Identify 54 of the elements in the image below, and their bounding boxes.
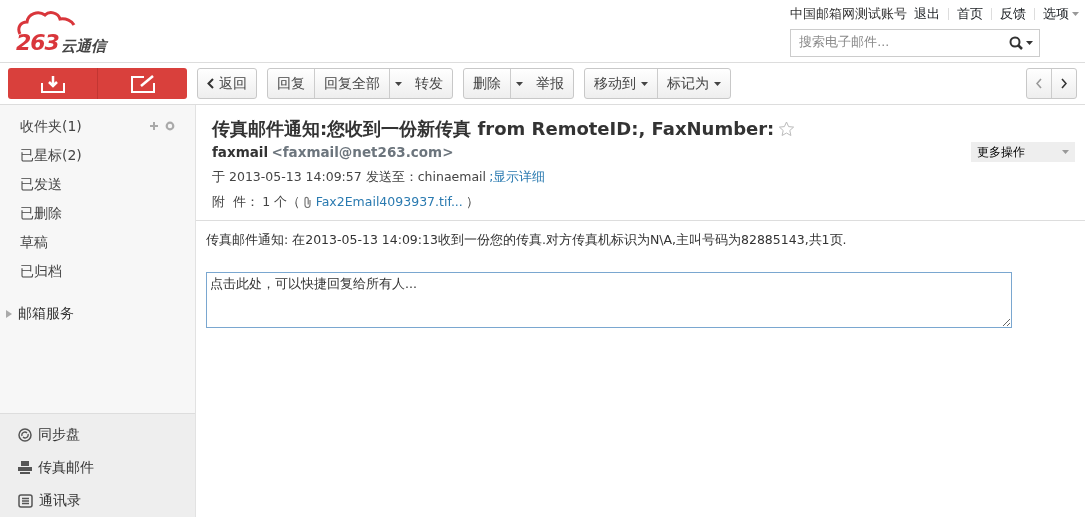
attachment-label: 附 件： [212,193,259,211]
date-line: 于 2013-05-13 14:09:57 发送至：chinaemail [212,168,487,187]
folder-item[interactable]: 收件夹(1) [20,115,82,137]
header-link[interactable]: 退出 [913,5,940,24]
folder-item[interactable]: 已删除 [20,202,62,224]
list-icon [18,493,33,508]
chevron-right-icon [1061,78,1067,89]
chevron-left-icon [1036,78,1042,89]
attachment-end: ） [466,193,480,211]
sync-icon [18,427,32,442]
star-icon[interactable] [777,120,795,137]
toolbar-button[interactable]: 回复 [268,69,314,98]
services-item[interactable]: 邮箱服务 [18,303,74,324]
folder-item[interactable]: 已归档 [20,260,62,282]
caret-icon [515,81,523,86]
caret-icon [394,81,402,86]
app-link[interactable]: 通讯录 [39,490,81,511]
sender-name: faxmail [212,143,269,162]
attachment-count: 1 个（ [262,193,301,211]
sender-address: <faxmail@net263.com> [271,143,454,162]
details-link[interactable]: ;显示详细 [489,168,546,187]
folder-item[interactable]: 已发送 [20,173,62,195]
attachment-link[interactable]: Fax2Email4093937.tif... [315,193,463,212]
compose-icon [129,74,156,93]
search-box[interactable]: 搜索电子邮件... [790,28,1041,57]
download-icon [39,74,66,93]
header-link[interactable]: 选项 [1042,5,1079,24]
toolbar-button[interactable]: 移动到 [585,69,657,98]
folder-item[interactable]: 草稿 [20,231,48,253]
caret-icon [1062,150,1069,155]
logo: 263云通信 [16,0,156,62]
more-actions-button[interactable]: 更多操作 [971,142,1075,163]
account-name: 中国邮箱网测试账号 [790,5,908,23]
app-link[interactable]: 传真邮件 [38,457,94,478]
back-button[interactable]: 返回 [198,69,256,98]
printer-icon [18,461,32,474]
header-link[interactable]: 首页 [956,5,983,24]
app-link[interactable]: 同步盘 [38,424,80,445]
toolbar-button[interactable]: 回复全部 [314,69,389,98]
toolbar-button[interactable]: 删除 [464,69,510,98]
header-link[interactable]: 反馈 [999,5,1026,24]
email-subject: 传真邮件通知:您收到一份新传真 from RemoteID:, FaxNumber: [212,117,775,141]
caret-icon [714,81,721,86]
toolbar-button[interactable]: 标记为 [657,69,730,98]
folder-item[interactable]: 已星标(2) [20,144,82,166]
chevron-left-icon [207,78,214,89]
toolbar-button[interactable]: 举报 [527,69,573,98]
toolbar-button[interactable]: 转发 [406,69,452,98]
search-icon[interactable] [1009,35,1034,50]
message-body: 传真邮件通知: 在2013-05-13 14:09:13收到一份您的传真.对方传真机标识为N\A,主叫号码为82885143,共1页. [206,230,848,249]
paperclip-icon [303,196,313,209]
caret-icon [641,81,648,86]
caret-icon [1072,12,1079,17]
reply-field[interactable]: 点击此处，可以快捷回复给所有人... [206,271,1012,328]
